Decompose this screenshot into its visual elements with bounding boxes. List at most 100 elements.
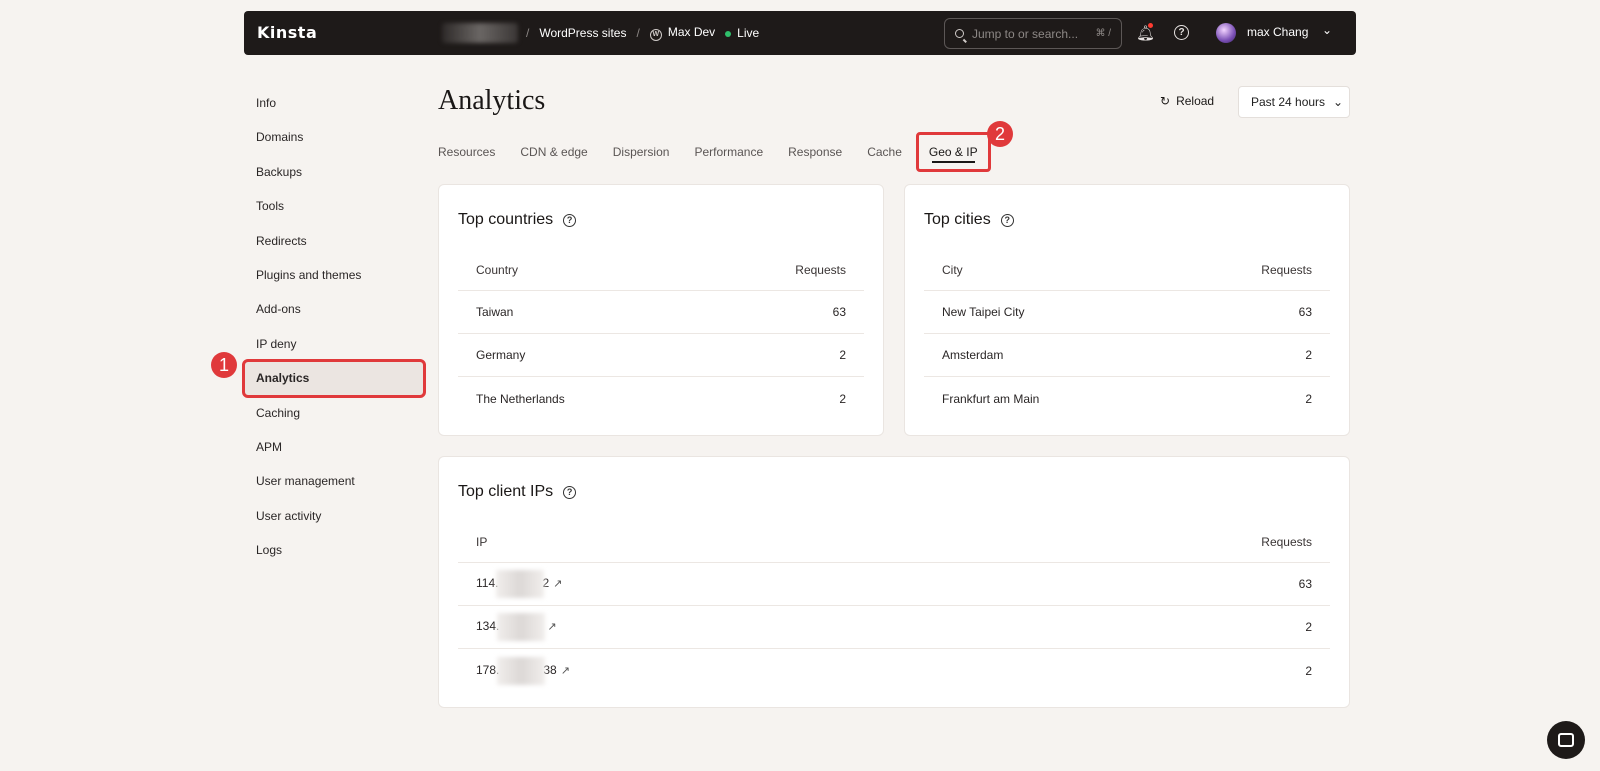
request-count: 63: [832, 305, 846, 319]
country-name: Germany: [476, 348, 526, 362]
top-cities-title: Top cities: [924, 211, 991, 228]
tab-geo-ip[interactable]: Geo & IP: [915, 132, 991, 172]
sidebar-item-domains[interactable]: Domains: [244, 120, 424, 154]
breadcrumb-separator: /: [636, 26, 640, 40]
table-row: Frankfurt am Main 2: [924, 377, 1330, 420]
table-row: 178. 38 ↗ 2: [458, 649, 1330, 692]
request-count: 2: [1305, 663, 1312, 678]
request-count: 63: [1298, 577, 1312, 591]
tab-resources[interactable]: Resources: [438, 145, 495, 159]
sidebar-item-backups[interactable]: Backups: [244, 155, 424, 189]
time-range-label: Past 24 hours: [1251, 95, 1326, 109]
column-header-requests: Requests: [795, 262, 846, 277]
avatar[interactable]: [1216, 23, 1236, 43]
user-name[interactable]: max Chang: [1247, 25, 1308, 39]
city-name: Frankfurt am Main: [942, 391, 1040, 406]
sidebar-item-apm[interactable]: APM: [244, 430, 424, 464]
column-header-requests: Requests: [1261, 534, 1312, 549]
tab-cache[interactable]: Cache: [867, 145, 902, 159]
sidebar-item-analytics[interactable]: Analytics: [242, 359, 426, 398]
sidebar: Info Domains Backups Tools Redirects Plu…: [242, 86, 426, 567]
top-cities-card: Top cities ? City Requests New Taipei Ci…: [904, 184, 1350, 436]
request-count: 2: [1305, 348, 1312, 362]
request-count: 2: [1305, 391, 1312, 406]
ip-prefix: 134.: [476, 619, 500, 634]
request-count: 2: [839, 391, 846, 406]
sidebar-item-caching[interactable]: Caching: [244, 396, 424, 430]
breadcrumb-wordpress-sites[interactable]: WordPress sites: [539, 26, 626, 40]
sidebar-item-redirects[interactable]: Redirects: [244, 224, 424, 258]
chevron-down-icon[interactable]: ⌄: [1322, 23, 1332, 37]
ip-blurred: [497, 613, 546, 641]
sidebar-item-add-ons[interactable]: Add-ons: [244, 292, 424, 326]
tab-dispersion[interactable]: Dispersion: [613, 145, 670, 159]
question-icon[interactable]: ?: [563, 485, 577, 499]
top-countries-card: Top countries ? Country Requests Taiwan …: [438, 184, 884, 436]
breadcrumb-environment[interactable]: Live: [725, 26, 759, 40]
ips-table: IP Requests 114. 2 ↗ 63 134. ↗ 2 178. 38 ↗ 2: [458, 521, 1330, 692]
request-count: 2: [839, 348, 846, 362]
sidebar-item-logs[interactable]: Logs: [244, 533, 424, 567]
sidebar-item-info[interactable]: Info: [244, 86, 424, 120]
country-name: Taiwan: [476, 305, 514, 319]
top-client-ips-card: Top client IPs ? IP Requests 114. 2 ↗ 63 1…: [438, 456, 1350, 708]
time-range-select[interactable]: Past 24 hours ⌄: [1238, 86, 1350, 118]
city-name: New Taipei City: [942, 305, 1025, 319]
card-title: Top client IPs ?: [458, 483, 577, 501]
ip-blurred: [496, 570, 545, 598]
card-title: Top countries ?: [458, 211, 577, 229]
sidebar-item-ip-deny[interactable]: IP deny: [244, 327, 424, 361]
breadcrumb-environment-label: Live: [737, 26, 760, 40]
column-header-city: City: [942, 262, 963, 277]
countries-table: Country Requests Taiwan 63 Germany 2 The…: [458, 249, 864, 420]
question-icon[interactable]: ?: [563, 213, 577, 227]
table-header: Country Requests: [458, 249, 864, 291]
external-link-icon[interactable]: ↗: [547, 621, 556, 633]
table-header: City Requests: [924, 249, 1330, 291]
breadcrumb-site[interactable]: W Max Dev: [649, 25, 715, 41]
top-bar: Kinsta / WordPress sites / W Max Dev Live…: [244, 11, 1356, 55]
sidebar-item-plugins-and-themes[interactable]: Plugins and themes: [244, 258, 424, 292]
table-row: The Netherlands 2: [458, 377, 864, 420]
table-header: IP Requests: [458, 521, 1330, 563]
chat-button[interactable]: [1547, 721, 1585, 759]
reload-button[interactable]: ↻ Reload: [1160, 94, 1214, 108]
ip-address-link[interactable]: 178. 38 ↗: [476, 656, 570, 685]
search-icon: [955, 29, 964, 38]
company-name-blurred[interactable]: [442, 23, 518, 43]
sidebar-item-tools[interactable]: Tools: [244, 189, 424, 223]
sidebar-item-user-management[interactable]: User management: [244, 464, 424, 498]
country-name: The Netherlands: [476, 391, 565, 406]
sidebar-item-user-activity[interactable]: User activity: [244, 499, 424, 533]
help-icon[interactable]: ?: [1174, 25, 1189, 40]
ip-address-link[interactable]: 114. 2 ↗: [476, 570, 562, 598]
analytics-tabs: Resources CDN & edge Dispersion Performa…: [438, 132, 1016, 172]
chevron-down-icon: ⌄: [1333, 95, 1344, 109]
cities-table: City Requests New Taipei City 63 Amsterd…: [924, 249, 1330, 420]
external-link-icon[interactable]: ↗: [553, 578, 562, 590]
tab-performance[interactable]: Performance: [694, 145, 763, 159]
column-header-country: Country: [476, 262, 519, 277]
kinsta-logo[interactable]: Kinsta: [257, 23, 317, 42]
ip-address-link[interactable]: 134. ↗: [476, 613, 557, 641]
breadcrumb-separator: /: [526, 26, 530, 40]
table-row: 114. 2 ↗ 63: [458, 563, 1330, 606]
notification-dot: [1148, 23, 1153, 28]
column-header-requests: Requests: [1261, 262, 1312, 277]
search-placeholder: Jump to or search...: [972, 26, 1079, 41]
external-link-icon[interactable]: ↗: [561, 665, 570, 677]
top-client-ips-title: Top client IPs: [458, 483, 554, 500]
question-icon[interactable]: ?: [1000, 213, 1014, 227]
tab-cdn-edge[interactable]: CDN & edge: [520, 145, 587, 159]
ip-prefix: 114.: [476, 576, 499, 591]
chat-icon: [1558, 733, 1574, 747]
top-countries-title: Top countries: [458, 211, 554, 228]
request-count: 63: [1298, 305, 1312, 319]
tab-response[interactable]: Response: [788, 145, 842, 159]
table-row: Germany 2: [458, 334, 864, 377]
breadcrumb: / WordPress sites / W Max Dev Live: [526, 11, 759, 55]
live-status-dot: [725, 31, 732, 37]
search-input[interactable]: Jump to or search... ⌘ /: [944, 18, 1122, 49]
request-count: 2: [1305, 620, 1312, 634]
card-title: Top cities ?: [924, 211, 1014, 229]
